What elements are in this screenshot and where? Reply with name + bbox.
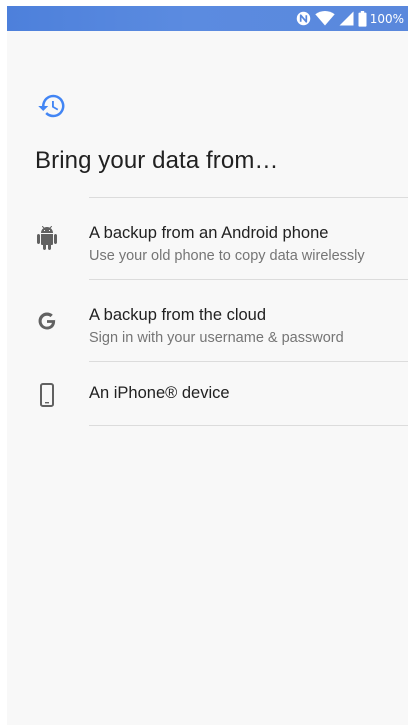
option-cloud-backup[interactable]: A backup from the cloud Sign in with you…	[7, 280, 408, 362]
option-subtitle: Sign in with your username & password	[89, 330, 344, 346]
divider	[89, 425, 408, 426]
option-title: An iPhone® device	[89, 384, 230, 402]
option-subtitle: Use your old phone to copy data wireless…	[89, 248, 365, 264]
wifi-icon	[314, 11, 335, 26]
option-title: A backup from the cloud	[89, 306, 267, 324]
android-icon	[34, 225, 60, 251]
page-title: Bring your data from…	[35, 147, 279, 174]
battery-icon	[358, 10, 367, 27]
option-android-backup[interactable]: A backup from an Android phone Use your …	[7, 198, 408, 280]
option-title: A backup from an Android phone	[89, 224, 329, 242]
signal-icon	[339, 11, 354, 26]
google-icon	[34, 308, 60, 334]
setup-screen: 100% Bring your data from… A backup from…	[7, 6, 408, 725]
history-icon	[37, 91, 67, 121]
option-iphone-device[interactable]: An iPhone® device	[7, 362, 408, 426]
device-frame: 100% Bring your data from… A backup from…	[0, 0, 408, 725]
phone-icon	[34, 382, 60, 408]
battery-percentage: 100%	[369, 11, 404, 26]
nfc-icon	[296, 11, 311, 26]
status-bar: 100%	[7, 6, 408, 31]
